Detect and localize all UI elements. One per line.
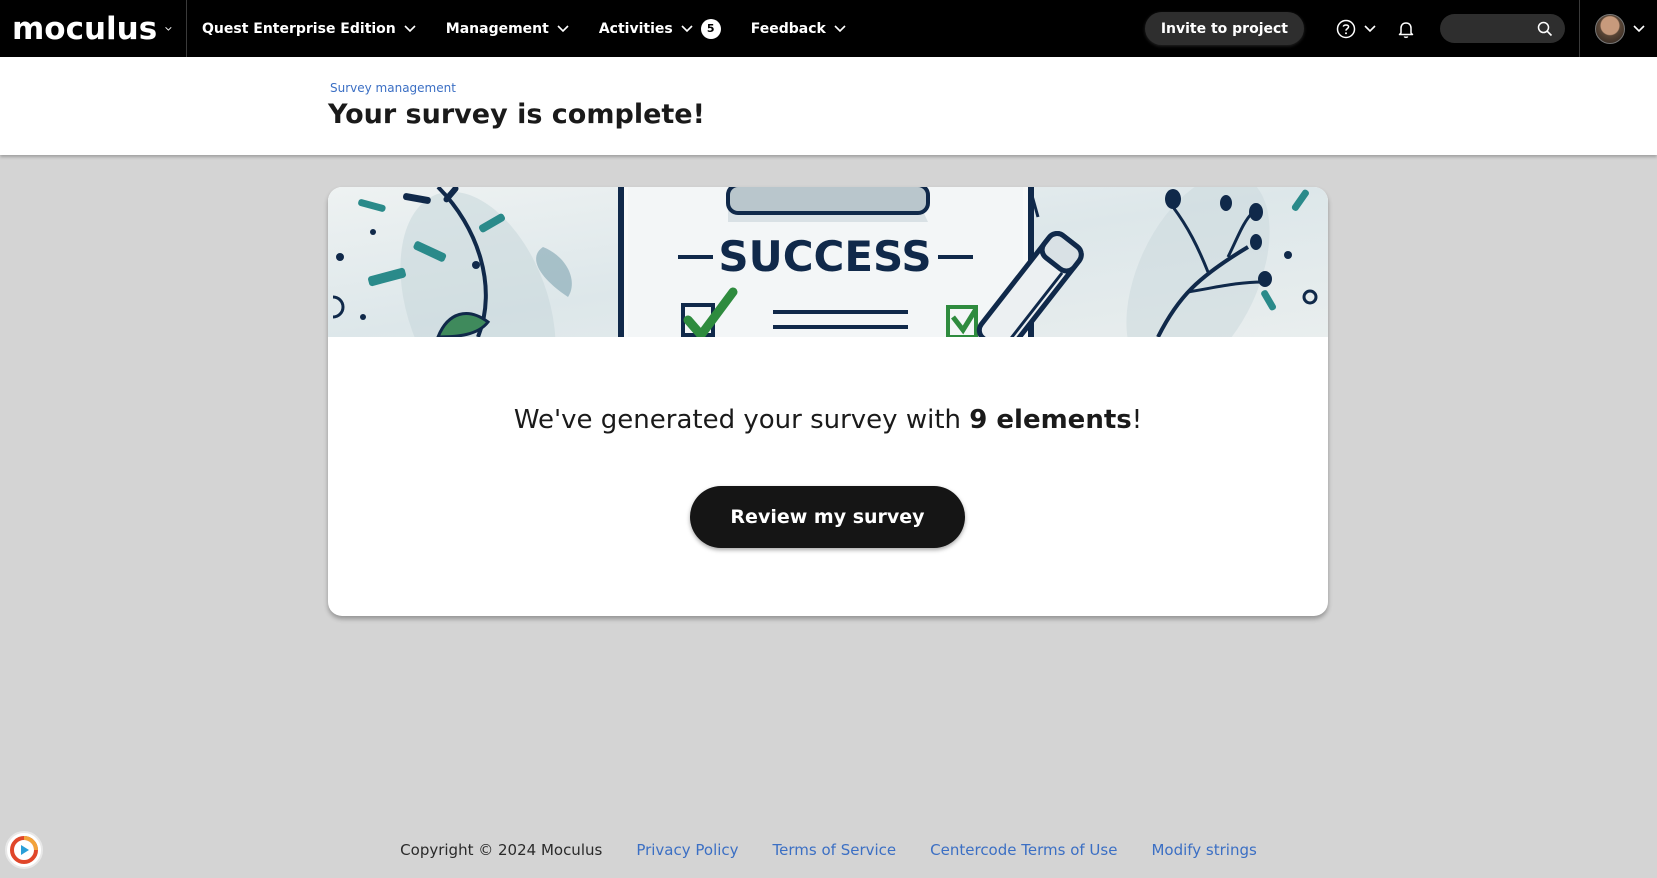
chevron-down-icon [681,24,693,32]
terms-of-service-link[interactable]: Terms of Service [773,841,897,859]
logo: moculus [12,10,158,47]
message-prefix: We've generated your survey with [513,405,970,435]
modify-strings-link[interactable]: Modify strings [1151,841,1256,859]
message-suffix: ! [1131,405,1143,435]
privacy-policy-link[interactable]: Privacy Policy [636,841,738,859]
centercode-terms-link[interactable]: Centercode Terms of Use [930,841,1117,859]
feedback-menu-label: Feedback [750,20,826,37]
notifications-button[interactable] [1386,0,1426,57]
top-navigation-bar: moculus Quest Enterprise Edition Managem… [0,0,1657,57]
copyright-text: Copyright © 2024 Moculus [400,841,603,859]
activities-menu[interactable]: Activities 5 [584,0,736,57]
chevron-down-icon [834,24,846,32]
element-count: 9 elements [969,405,1132,435]
search-icon [1537,21,1553,36]
review-survey-button[interactable]: Review my survey [690,486,965,548]
project-menu-label: Quest Enterprise Edition [202,20,396,37]
invite-to-project-button[interactable]: Invite to project [1144,12,1304,45]
help-menu[interactable] [1326,0,1386,57]
support-widget-button[interactable] [5,831,43,869]
activities-count-badge: 5 [700,18,721,39]
footer: Copyright © 2024 Moculus Privacy Policy … [0,838,1657,862]
feedback-menu[interactable]: Feedback [736,0,861,57]
management-menu-label: Management [445,20,549,37]
bell-icon [1398,21,1414,38]
search-input[interactable] [1440,14,1565,43]
success-card: SUCCESS We've generated your survey with… [328,187,1328,616]
avatar [1595,13,1625,44]
project-menu[interactable]: Quest Enterprise Edition [187,0,431,57]
breadcrumb-survey-management[interactable]: Survey management [330,81,456,95]
page-title: Your survey is complete! [328,99,705,130]
management-menu[interactable]: Management [431,0,584,57]
chevron-down-icon [557,24,569,32]
chevron-down-icon [404,24,416,32]
page-header: Survey management Your survey is complet… [0,57,1657,155]
chevron-down-icon [165,26,172,31]
chevron-down-icon [1633,24,1645,32]
chevron-down-icon [1364,24,1376,32]
user-menu[interactable] [1579,0,1657,57]
survey-generated-message: We've generated your survey with 9 eleme… [328,405,1328,435]
help-icon [1336,19,1356,38]
logo-menu[interactable]: moculus [0,0,187,57]
banner-success-text: SUCCESS [718,232,931,281]
activities-menu-label: Activities [598,20,673,37]
play-logo-icon [10,836,38,864]
success-banner-illustration: SUCCESS [328,187,1328,337]
